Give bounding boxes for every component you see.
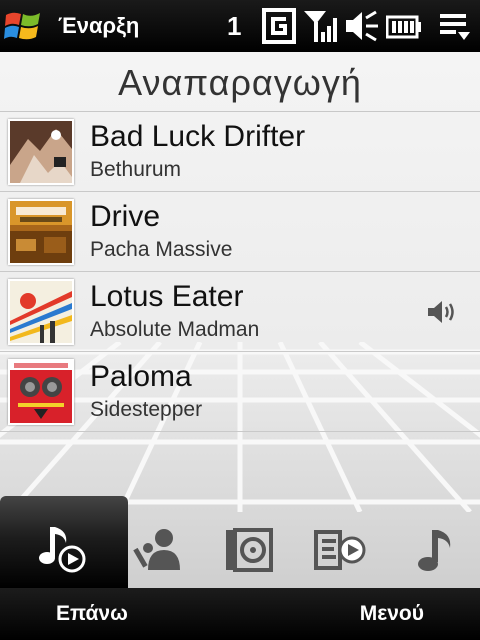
playlist-item[interactable]: Drive Pacha Massive bbox=[0, 192, 480, 272]
battery-icon bbox=[386, 15, 421, 39]
songs-icon bbox=[418, 530, 451, 571]
windows-logo-icon[interactable] bbox=[4, 9, 42, 43]
gprs-icon bbox=[262, 8, 296, 44]
albums-icon bbox=[226, 528, 273, 572]
library-tab-bar bbox=[0, 496, 480, 588]
tab-playlists[interactable] bbox=[292, 512, 388, 588]
album-cover bbox=[8, 279, 74, 345]
album-cover bbox=[8, 119, 74, 185]
artists-icon bbox=[133, 529, 180, 570]
album-cover bbox=[8, 359, 74, 425]
now-playing-panel: Αναπαραγωγή Bad Luck Drifter Bethurum Dr… bbox=[0, 52, 480, 588]
softkey-bar: Επάνω Μενού bbox=[0, 588, 480, 640]
now-playing-icon bbox=[39, 527, 86, 573]
song-artist: Absolute Madman bbox=[90, 318, 260, 341]
playlist: Bad Luck Drifter Bethurum Drive Pacha Ma… bbox=[0, 112, 480, 432]
tab-songs[interactable] bbox=[384, 512, 480, 588]
playlists-icon bbox=[314, 530, 366, 570]
song-artist: Pacha Massive bbox=[90, 238, 233, 261]
song-title: Bad Luck Drifter bbox=[90, 120, 306, 153]
song-artist: Bethurum bbox=[90, 158, 182, 181]
start-menu-label[interactable]: Έναρξη bbox=[58, 13, 139, 39]
song-artist: Sidestepper bbox=[90, 398, 203, 421]
tab-artists[interactable] bbox=[110, 512, 206, 588]
album-cover bbox=[8, 199, 74, 265]
playlist-item[interactable]: Lotus Eater Absolute Madman bbox=[0, 272, 480, 352]
menu-icon[interactable] bbox=[438, 8, 472, 44]
playlist-item[interactable]: Bad Luck Drifter Bethurum bbox=[0, 112, 480, 192]
softkey-up[interactable]: Επάνω bbox=[56, 602, 128, 626]
signal-icon bbox=[304, 11, 337, 42]
song-title: Lotus Eater bbox=[90, 280, 244, 313]
status-bar: Έναρξη 1 bbox=[0, 0, 480, 52]
volume-muted-icon bbox=[346, 10, 378, 42]
page-title: Αναπαραγωγή bbox=[118, 62, 362, 103]
tab-albums[interactable] bbox=[200, 512, 296, 588]
notification-count[interactable]: 1 bbox=[227, 11, 241, 42]
now-playing-speaker-icon bbox=[428, 301, 454, 323]
song-title: Drive bbox=[90, 200, 161, 233]
tab-now-playing[interactable] bbox=[0, 496, 128, 588]
softkey-menu[interactable]: Μενού bbox=[360, 602, 424, 626]
playlist-item[interactable]: Paloma Sidestepper bbox=[0, 352, 480, 432]
song-title: Paloma bbox=[90, 360, 192, 393]
